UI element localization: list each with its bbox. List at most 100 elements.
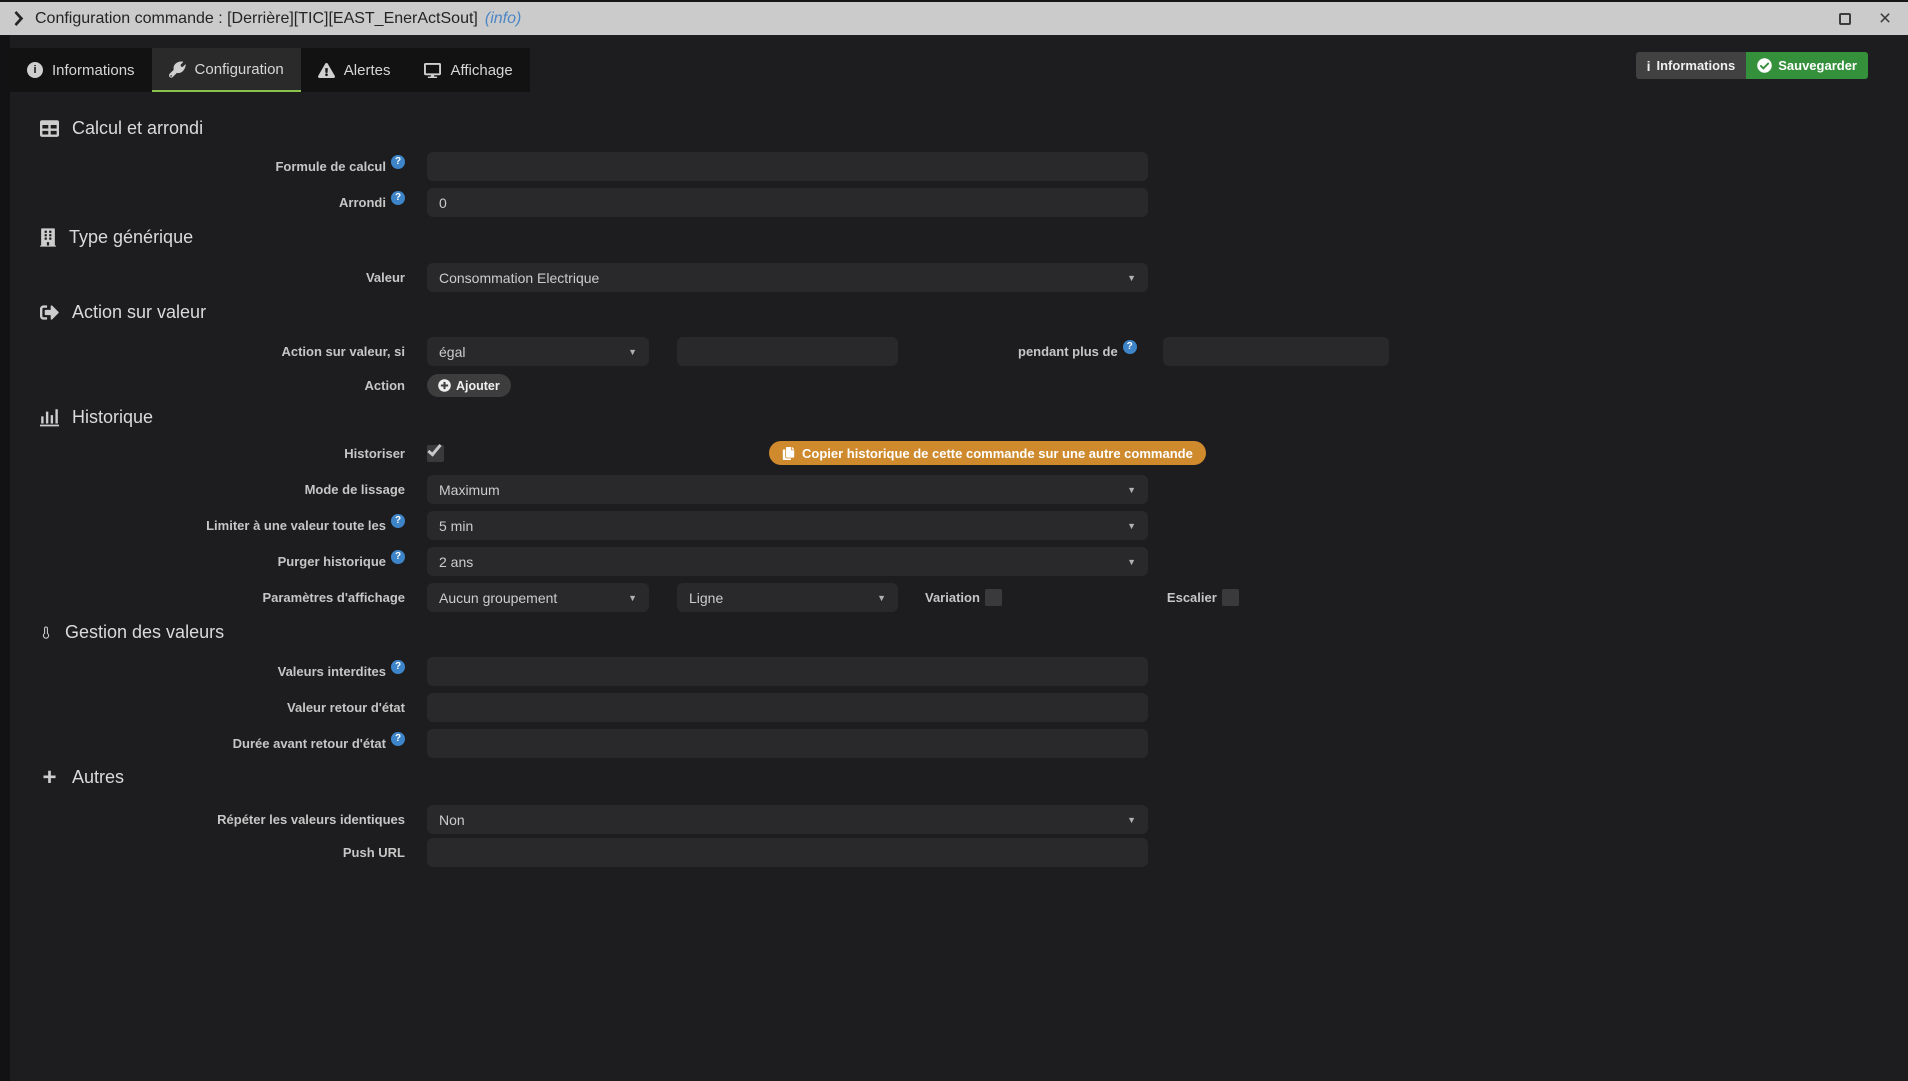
escalier-checkbox[interactable] bbox=[1222, 589, 1239, 606]
building-icon bbox=[40, 228, 56, 247]
info-circle-icon: i bbox=[27, 62, 43, 78]
groupement-selected: Aucun groupement bbox=[439, 590, 557, 606]
section-title: Historique bbox=[72, 407, 153, 428]
row-historiser: Historiser Copier historique de cette co… bbox=[0, 441, 1908, 465]
formule-input[interactable] bbox=[427, 152, 1148, 181]
style-graphique-select[interactable]: Ligne ▼ bbox=[677, 583, 898, 612]
ajouter-button-label: Ajouter bbox=[456, 379, 500, 393]
limiter-label: Limiter à une valeur toute les bbox=[206, 518, 386, 533]
tab-affichage[interactable]: Affichage bbox=[407, 48, 529, 92]
row-arrondi: Arrondi ? bbox=[0, 188, 1908, 217]
chevron-right-icon bbox=[14, 11, 25, 26]
row-formule-de-calcul: Formule de calcul ? bbox=[0, 152, 1908, 181]
chevron-down-icon: ▼ bbox=[1127, 273, 1136, 283]
lissage-select[interactable]: Maximum ▼ bbox=[427, 475, 1148, 504]
variation-label: Variation bbox=[925, 590, 980, 605]
purger-label: Purger historique bbox=[278, 554, 386, 569]
copy-history-button[interactable]: Copier historique de cette commande sur … bbox=[769, 441, 1206, 465]
groupement-select[interactable]: Aucun groupement ▼ bbox=[427, 583, 649, 612]
interdites-input[interactable] bbox=[427, 657, 1148, 686]
informations-button-label: Informations bbox=[1657, 58, 1736, 73]
row-parametres-affichage: Paramètres d'affichage Aucun groupement … bbox=[0, 583, 1908, 612]
row-purger-historique: Purger historique ? 2 ans ▼ bbox=[0, 547, 1908, 576]
condition-operator-select[interactable]: égal ▼ bbox=[427, 337, 649, 366]
section-gestion-des-valeurs: Gestion des valeurs bbox=[40, 620, 1908, 644]
lissage-label: Mode de lissage bbox=[305, 482, 405, 497]
header-buttons: i Informations Sauvegarder bbox=[1636, 52, 1868, 79]
historiser-checkbox[interactable] bbox=[427, 445, 444, 462]
condition-operator-selected: égal bbox=[439, 344, 465, 360]
check-circle-icon bbox=[1757, 58, 1772, 73]
info-link[interactable]: (info) bbox=[485, 10, 521, 28]
interdites-label: Valeurs interdites bbox=[278, 664, 386, 679]
section-title: Calcul et arrondi bbox=[72, 118, 203, 139]
help-icon[interactable]: ? bbox=[391, 660, 405, 674]
help-icon[interactable]: ? bbox=[1123, 340, 1137, 354]
repeter-selected: Non bbox=[439, 812, 465, 828]
informations-button[interactable]: i Informations bbox=[1636, 52, 1747, 79]
purger-select[interactable]: 2 ans ▼ bbox=[427, 547, 1148, 576]
thermometer-icon bbox=[40, 623, 52, 642]
formule-label: Formule de calcul bbox=[275, 159, 386, 174]
tab-informations[interactable]: i Informations bbox=[10, 48, 152, 92]
action-label: Action bbox=[365, 378, 405, 393]
lissage-selected: Maximum bbox=[439, 482, 500, 498]
affichage-label: Paramètres d'affichage bbox=[262, 590, 405, 605]
row-action: Action Ajouter bbox=[0, 374, 1908, 397]
row-mode-de-lissage: Mode de lissage Maximum ▼ bbox=[0, 475, 1908, 504]
section-type-generique: Type générique bbox=[40, 225, 1908, 249]
ajouter-button[interactable]: Ajouter bbox=[427, 374, 511, 397]
tab-alertes[interactable]: Alertes bbox=[301, 48, 408, 92]
historiser-label: Historiser bbox=[344, 446, 405, 461]
row-valeur-retour-etat: Valeur retour d'état bbox=[0, 693, 1908, 722]
condition-value-input[interactable] bbox=[677, 337, 898, 366]
section-title: Type générique bbox=[69, 227, 193, 248]
tab-label: Configuration bbox=[195, 61, 284, 78]
row-valeurs-interdites: Valeurs interdites ? bbox=[0, 657, 1908, 686]
escalier-label: Escalier bbox=[1167, 590, 1217, 605]
limiter-select[interactable]: 5 min ▼ bbox=[427, 511, 1148, 540]
row-repeter-valeurs: Répéter les valeurs identiques Non ▼ bbox=[0, 805, 1908, 834]
valeur-select[interactable]: Consommation Electrique ▼ bbox=[427, 263, 1148, 292]
section-calcul-et-arrondi: Calcul et arrondi bbox=[40, 116, 1908, 140]
pendant-input[interactable] bbox=[1163, 337, 1389, 366]
bar-chart-icon bbox=[40, 408, 59, 427]
retour-input[interactable] bbox=[427, 693, 1148, 722]
arrondi-label: Arrondi bbox=[339, 195, 386, 210]
save-button-label: Sauvegarder bbox=[1778, 58, 1857, 73]
help-icon[interactable]: ? bbox=[391, 155, 405, 169]
maximize-icon[interactable] bbox=[1836, 10, 1854, 28]
wrench-icon bbox=[169, 61, 186, 78]
section-title: Action sur valeur bbox=[72, 302, 206, 323]
row-valeur: Valeur Consommation Electrique ▼ bbox=[0, 263, 1908, 292]
tab-configuration[interactable]: Configuration bbox=[152, 48, 301, 92]
warning-icon bbox=[318, 62, 335, 79]
duree-label: Durée avant retour d'état bbox=[233, 736, 386, 751]
help-icon[interactable]: ? bbox=[391, 550, 405, 564]
help-icon[interactable]: ? bbox=[391, 191, 405, 205]
chevron-down-icon: ▼ bbox=[1127, 485, 1136, 495]
row-duree-avant-retour: Durée avant retour d'état ? bbox=[0, 729, 1908, 758]
chevron-down-icon: ▼ bbox=[628, 347, 637, 357]
valeur-label: Valeur bbox=[366, 270, 405, 285]
duree-input[interactable] bbox=[427, 729, 1148, 758]
left-edge-strip bbox=[0, 35, 10, 1081]
push-url-input[interactable] bbox=[427, 838, 1148, 867]
valeur-selected: Consommation Electrique bbox=[439, 270, 599, 286]
help-icon[interactable]: ? bbox=[391, 514, 405, 528]
variation-checkbox[interactable] bbox=[985, 589, 1002, 606]
arrondi-input[interactable] bbox=[427, 188, 1148, 217]
sign-out-icon bbox=[40, 303, 59, 322]
section-action-sur-valeur: Action sur valeur bbox=[40, 300, 1908, 324]
retour-label: Valeur retour d'état bbox=[287, 700, 405, 715]
plus-circle-icon bbox=[438, 379, 451, 392]
save-button[interactable]: Sauvegarder bbox=[1746, 52, 1868, 79]
tab-bar: i Informations Configuration Alertes Af bbox=[10, 48, 1868, 92]
section-historique: Historique bbox=[40, 405, 1908, 429]
table-icon bbox=[40, 119, 59, 138]
repeter-select[interactable]: Non ▼ bbox=[427, 805, 1148, 834]
monitor-icon bbox=[424, 62, 441, 79]
close-icon[interactable]: × bbox=[1876, 10, 1894, 28]
help-icon[interactable]: ? bbox=[391, 732, 405, 746]
tab-label: Alertes bbox=[344, 62, 391, 79]
